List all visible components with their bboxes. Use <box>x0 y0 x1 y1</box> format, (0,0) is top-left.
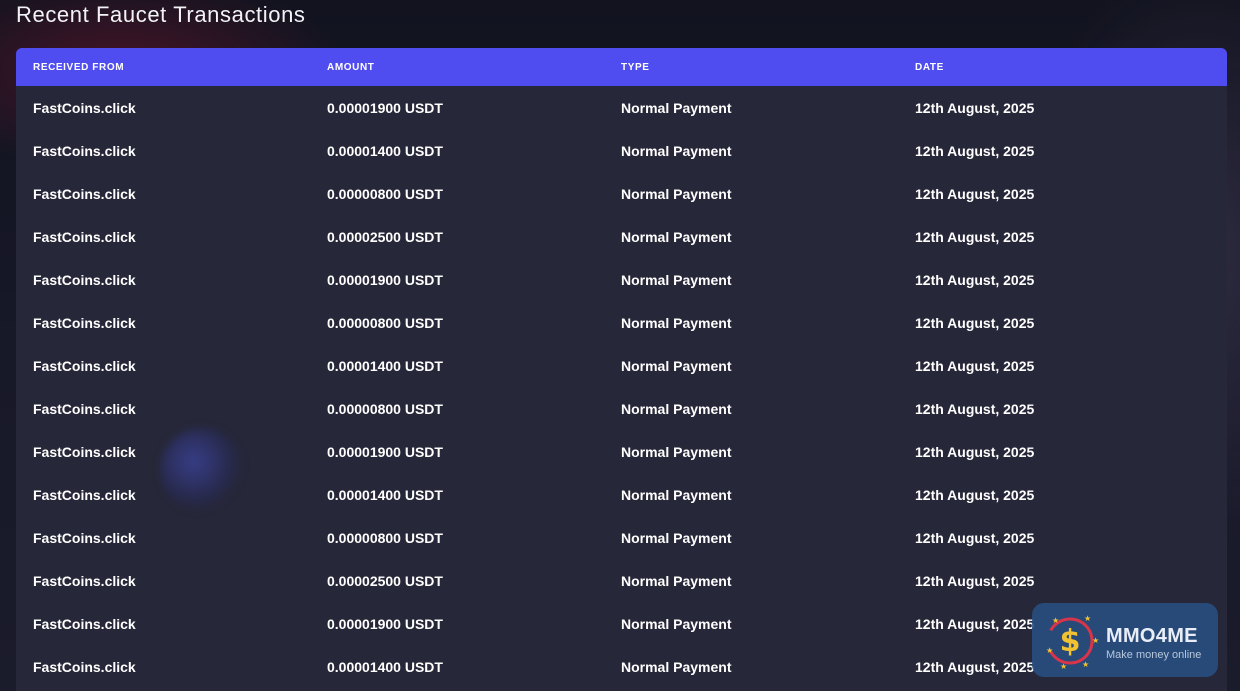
received-from-cell: FastCoins.click <box>33 529 136 546</box>
type-cell: Normal Payment <box>621 185 732 202</box>
type-cell: Normal Payment <box>621 572 732 589</box>
table-row: FastCoins.click 0.00001900 USDT Normal Pay… <box>16 430 1227 473</box>
type-cell: Normal Payment <box>621 529 732 546</box>
received-from-cell: FastCoins.click <box>33 486 136 503</box>
svg-text:★: ★ <box>1082 660 1089 669</box>
amount-cell: 0.00000800 USDT <box>327 314 443 331</box>
watermark-name: MMO4ME <box>1106 625 1198 647</box>
date-cell: 12th August, 2025 <box>915 314 1035 331</box>
table-row: FastCoins.click 0.00000800 USDT Normal Pay… <box>16 516 1227 559</box>
amount-cell: 0.00001400 USDT <box>327 658 443 675</box>
date-cell: 12th August, 2025 <box>915 486 1035 503</box>
amount-cell: 0.00000800 USDT <box>327 400 443 417</box>
date-cell: 12th August, 2025 <box>915 185 1035 202</box>
type-cell: Normal Payment <box>621 443 732 460</box>
amount-cell: 0.00001400 USDT <box>327 486 443 503</box>
date-cell: 12th August, 2025 <box>915 271 1035 288</box>
column-header-type: TYPE <box>621 61 650 73</box>
date-cell: 12th August, 2025 <box>915 400 1035 417</box>
table-body: FastCoins.click 0.00001900 USDT Normal Pay… <box>16 86 1227 688</box>
received-from-cell: FastCoins.click <box>33 572 136 589</box>
received-from-cell: FastCoins.click <box>33 185 136 202</box>
received-from-cell: FastCoins.click <box>33 142 136 159</box>
svg-text:★: ★ <box>1046 646 1053 655</box>
dollar-coin-icon: $ ★ ★ ★ ★ ★ ★ <box>1046 614 1099 671</box>
table-row: FastCoins.click 0.00000800 USDT Normal Pay… <box>16 387 1227 430</box>
column-header-received-from: RECEIVED FROM <box>33 61 125 73</box>
transactions-table: RECEIVED FROM AMOUNT TYPE DATE FastCoins… <box>16 48 1227 691</box>
type-cell: Normal Payment <box>621 400 732 417</box>
table-header: RECEIVED FROM AMOUNT TYPE DATE <box>16 48 1227 86</box>
date-cell: 12th August, 2025 <box>915 443 1035 460</box>
date-cell: 12th August, 2025 <box>915 357 1035 374</box>
svg-text:$: $ <box>1060 624 1081 659</box>
received-from-cell: FastCoins.click <box>33 314 136 331</box>
svg-text:★: ★ <box>1052 616 1059 625</box>
table-row: FastCoins.click 0.00000800 USDT Normal Pay… <box>16 301 1227 344</box>
date-cell: 12th August, 2025 <box>915 572 1035 589</box>
date-cell: 12th August, 2025 <box>915 529 1035 546</box>
amount-cell: 0.00001900 USDT <box>327 615 443 632</box>
table-row: FastCoins.click 0.00001900 USDT Normal Pay… <box>16 258 1227 301</box>
received-from-cell: FastCoins.click <box>33 357 136 374</box>
received-from-cell: FastCoins.click <box>33 400 136 417</box>
type-cell: Normal Payment <box>621 99 732 116</box>
type-cell: Normal Payment <box>621 314 732 331</box>
amount-cell: 0.00002500 USDT <box>327 228 443 245</box>
table-row: FastCoins.click 0.00000800 USDT Normal Pay… <box>16 172 1227 215</box>
amount-cell: 0.00001900 USDT <box>327 99 443 116</box>
type-cell: Normal Payment <box>621 615 732 632</box>
received-from-cell: FastCoins.click <box>33 228 136 245</box>
watermark-tagline: Make money online <box>1106 649 1202 661</box>
amount-cell: 0.00001400 USDT <box>327 357 443 374</box>
received-from-cell: FastCoins.click <box>33 615 136 632</box>
date-cell: 12th August, 2025 <box>915 228 1035 245</box>
type-cell: Normal Payment <box>621 142 732 159</box>
svg-text:★: ★ <box>1092 636 1099 645</box>
amount-cell: 0.00000800 USDT <box>327 185 443 202</box>
type-cell: Normal Payment <box>621 228 732 245</box>
svg-text:★: ★ <box>1084 614 1091 623</box>
amount-cell: 0.00001400 USDT <box>327 142 443 159</box>
table-row: FastCoins.click 0.00002500 USDT Normal Pay… <box>16 215 1227 258</box>
date-cell: 12th August, 2025 <box>915 99 1035 116</box>
column-header-date: DATE <box>915 61 944 73</box>
column-header-amount: AMOUNT <box>327 61 375 73</box>
type-cell: Normal Payment <box>621 658 732 675</box>
table-row: FastCoins.click 0.00001400 USDT Normal Pay… <box>16 473 1227 516</box>
amount-cell: 0.00001900 USDT <box>327 271 443 288</box>
type-cell: Normal Payment <box>621 486 732 503</box>
amount-cell: 0.00000800 USDT <box>327 529 443 546</box>
received-from-cell: FastCoins.click <box>33 443 136 460</box>
type-cell: Normal Payment <box>621 357 732 374</box>
received-from-cell: FastCoins.click <box>33 658 136 675</box>
table-row: FastCoins.click 0.00001400 USDT Normal Pay… <box>16 129 1227 172</box>
table-row: FastCoins.click 0.00001900 USDT Normal Pay… <box>16 86 1227 129</box>
page-title: Recent Faucet Transactions <box>16 2 306 27</box>
received-from-cell: FastCoins.click <box>33 271 136 288</box>
received-from-cell: FastCoins.click <box>33 99 136 116</box>
table-row: FastCoins.click 0.00002500 USDT Normal Pay… <box>16 559 1227 602</box>
type-cell: Normal Payment <box>621 271 732 288</box>
amount-cell: 0.00001900 USDT <box>327 443 443 460</box>
amount-cell: 0.00002500 USDT <box>327 572 443 589</box>
svg-text:★: ★ <box>1060 662 1067 671</box>
table-row: FastCoins.click 0.00001400 USDT Normal Pay… <box>16 344 1227 387</box>
date-cell: 12th August, 2025 <box>915 142 1035 159</box>
mmo4me-watermark: $ ★ ★ ★ ★ ★ ★ MMO4ME Make money online <box>1032 603 1218 677</box>
